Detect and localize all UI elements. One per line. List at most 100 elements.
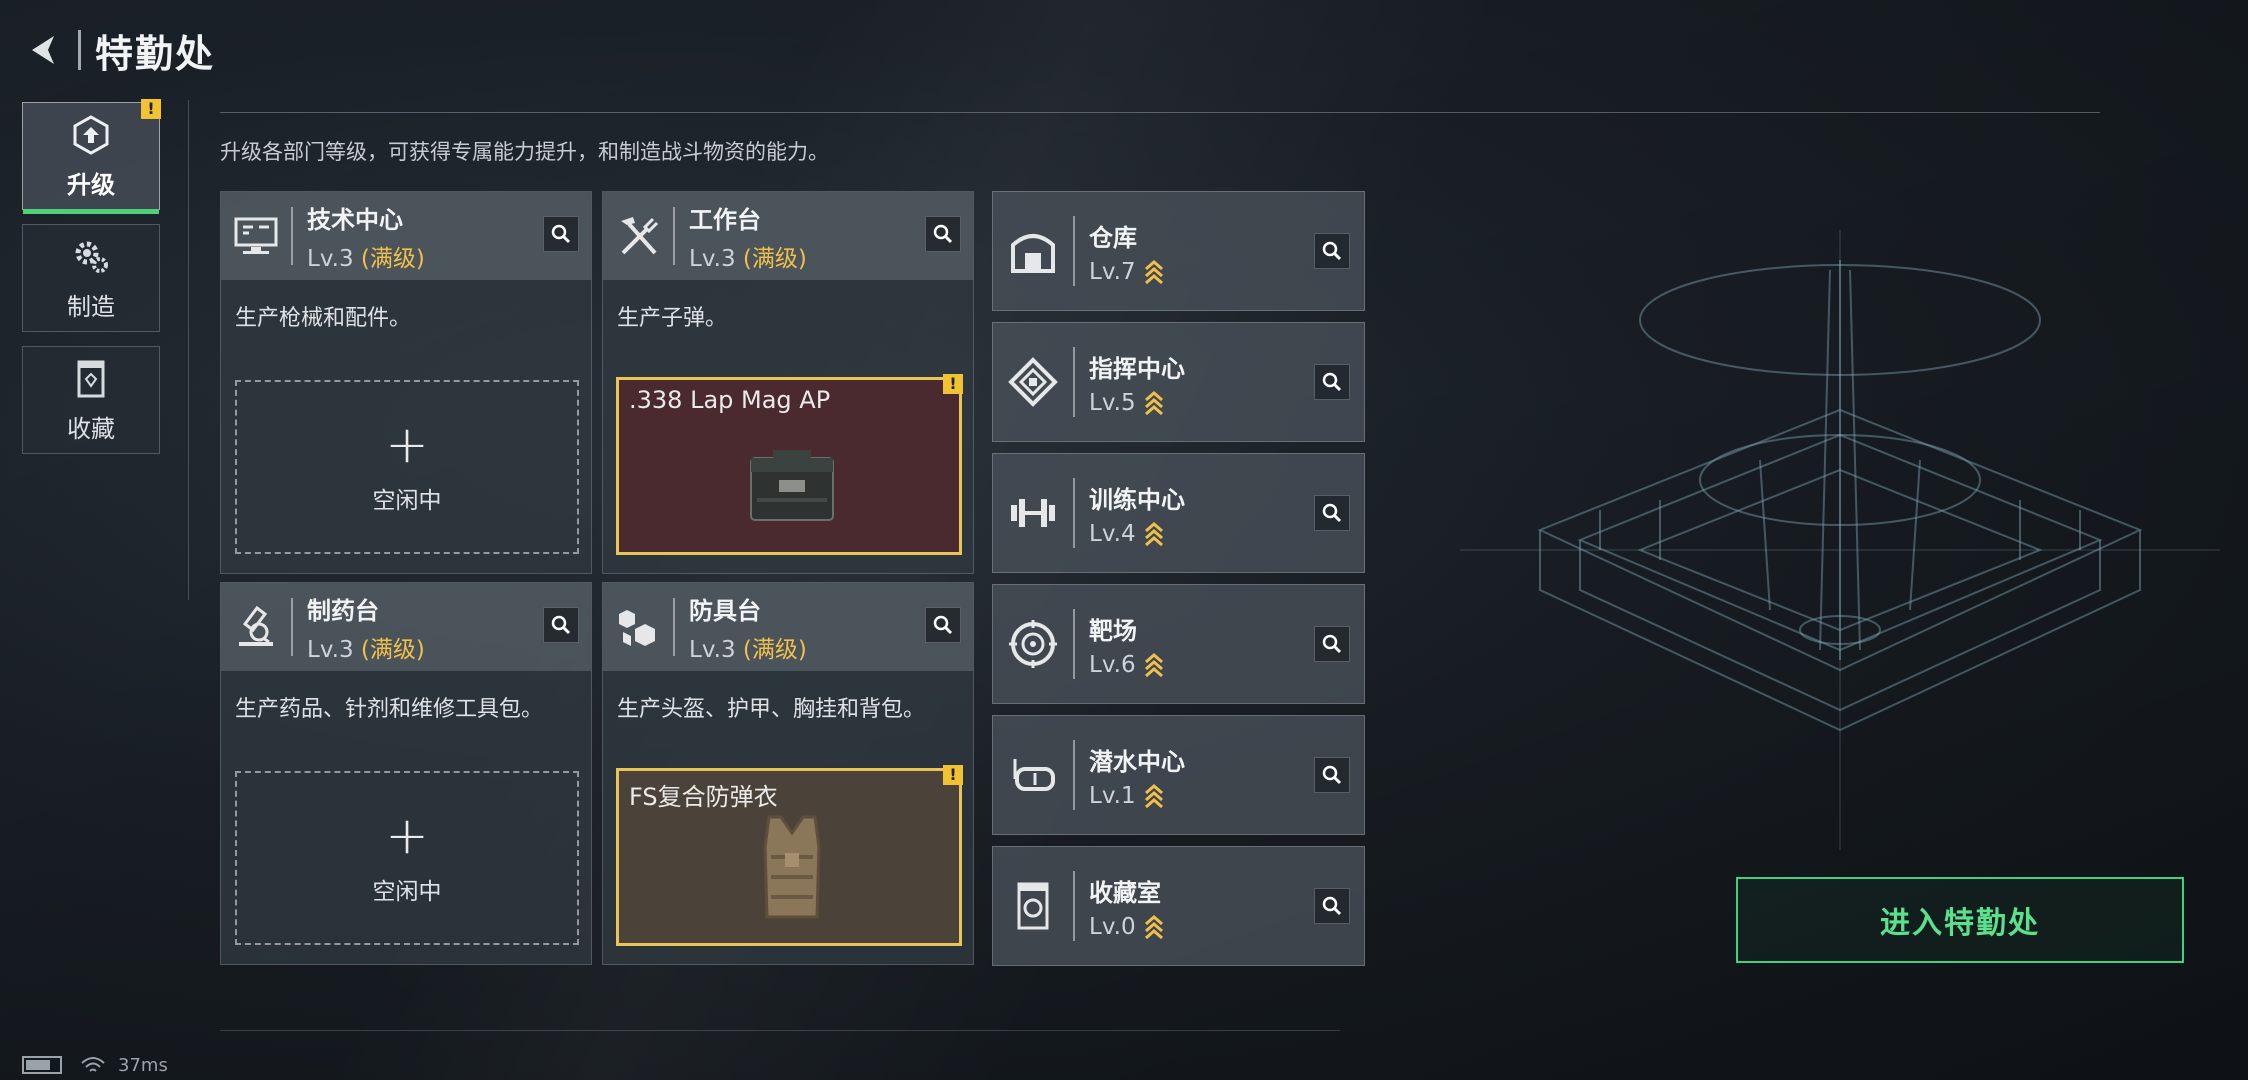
- facility-level: Lv.5: [1089, 390, 1185, 416]
- dumbbell-icon: [993, 453, 1073, 573]
- back-button[interactable]: [22, 28, 66, 72]
- enter-special-ops-button[interactable]: 进入特勤处: [1736, 877, 2184, 963]
- facility-name: 靶场: [1089, 616, 1137, 645]
- gears-icon: [75, 241, 108, 273]
- search-button[interactable]: [543, 607, 579, 643]
- card-header: 技术中心 Lv.3 (满级): [221, 192, 591, 280]
- upgrade-chevron-icon: [1144, 521, 1163, 546]
- search-button[interactable]: [925, 607, 961, 643]
- card-header: 防具台 Lv.3 (满级): [603, 583, 973, 671]
- dept-name: 制药台: [307, 596, 379, 625]
- plus-icon: +: [385, 806, 429, 866]
- divider: [1073, 740, 1075, 810]
- nav-label: 收藏: [67, 414, 115, 443]
- dept-card-pharmacy: 制药台 Lv.3 (满级) 生产药品、针剂和维修工具包。 + 空闲中: [220, 582, 592, 965]
- dept-name: 工作台: [689, 205, 761, 234]
- wifi-icon: [81, 1057, 105, 1072]
- search-icon: [551, 224, 571, 244]
- target-icon: [993, 584, 1073, 704]
- production-slot-ammo[interactable]: ! .338 Lap Mag AP: [616, 374, 963, 555]
- facility-level: Lv.4: [1089, 521, 1185, 547]
- facility-training-center[interactable]: 训练中心 Lv.4: [992, 453, 1365, 573]
- search-button[interactable]: [1314, 364, 1350, 400]
- search-button[interactable]: [1314, 888, 1350, 924]
- upgrade-chevron-icon: [1144, 390, 1163, 415]
- idle-production-slot[interactable]: + 空闲中: [235, 771, 579, 945]
- search-button[interactable]: [1314, 233, 1350, 269]
- level-value: Lv.7: [1089, 258, 1136, 285]
- body-armor-icon: [763, 815, 821, 919]
- divider: [291, 598, 293, 656]
- search-icon: [1322, 765, 1342, 785]
- side-nav: ! 升级 制造 收藏: [22, 99, 161, 468]
- facility-diving-center[interactable]: 潜水中心 Lv.1: [992, 715, 1365, 835]
- facility-command-center[interactable]: 指挥中心 Lv.5: [992, 322, 1365, 442]
- upgrade-chevron-icon: [1144, 652, 1163, 677]
- facility-shooting-range[interactable]: 靶场 Lv.6: [992, 584, 1365, 704]
- max-level-tag: (满级): [360, 636, 425, 663]
- max-level-tag: (满级): [742, 636, 807, 663]
- dept-card-armor-bench: 防具台 Lv.3 (满级) 生产头盔、护甲、胸挂和背包。 ! FS复合防弹衣: [602, 582, 974, 965]
- battery-icon: [22, 1056, 62, 1074]
- divider: [1073, 478, 1075, 548]
- search-button[interactable]: [925, 216, 961, 252]
- upgrade-chevron-icon: [1144, 914, 1163, 939]
- upgrade-chevron-icon: [1144, 783, 1163, 808]
- divider: [673, 207, 675, 265]
- divider: [1073, 216, 1075, 286]
- nav-label: 升级: [67, 170, 115, 199]
- dept-level: Lv.3 (满级): [689, 630, 807, 664]
- warning-badge: !: [141, 99, 161, 119]
- idle-production-slot[interactable]: + 空闲中: [235, 380, 579, 554]
- facility-name: 仓库: [1089, 223, 1137, 252]
- ammo-box-icon: [750, 450, 834, 521]
- facility-level: Lv.1: [1089, 783, 1185, 809]
- facility-warehouse[interactable]: 仓库 Lv.7: [992, 191, 1365, 311]
- card-header: 工作台 Lv.3 (满级): [603, 192, 973, 280]
- level-value: Lv.1: [1089, 782, 1136, 809]
- upgrade-chevron-icon: [1144, 259, 1163, 284]
- facility-level: Lv.7: [1089, 259, 1164, 285]
- idle-label: 空闲中: [372, 879, 442, 905]
- facility-name: 训练中心: [1089, 485, 1185, 514]
- search-button[interactable]: [1314, 626, 1350, 662]
- product-name: .338 Lap Mag AP: [629, 386, 831, 414]
- search-icon: [1322, 241, 1342, 261]
- dept-description: 生产头盔、护甲、胸挂和背包。: [617, 697, 926, 722]
- tools-icon: [603, 192, 673, 280]
- back-arrow-icon: [32, 36, 54, 64]
- microscope-icon: [221, 583, 291, 671]
- search-button[interactable]: [1314, 495, 1350, 531]
- production-slot-armor[interactable]: ! FS复合防弹衣: [616, 765, 963, 946]
- upgrade-icon: [73, 114, 109, 155]
- search-button[interactable]: [1314, 757, 1350, 793]
- facility-name: 指挥中心: [1089, 354, 1185, 383]
- divider: [1073, 871, 1075, 941]
- idle-label: 空闲中: [372, 488, 442, 514]
- enter-button-label: 进入特勤处: [1880, 906, 2040, 941]
- level-value: Lv.3: [689, 245, 736, 272]
- facility-name: 收藏室: [1089, 878, 1161, 907]
- page-header: 特勤处: [22, 22, 215, 78]
- search-icon: [1322, 372, 1342, 392]
- collection-icon: [993, 846, 1073, 966]
- facility-collection-room[interactable]: 收藏室 Lv.0: [992, 846, 1365, 966]
- facility-level: Lv.6: [1089, 652, 1164, 678]
- facility-level: Lv.0: [1089, 914, 1164, 940]
- warning-badge: !: [943, 374, 963, 394]
- dept-name: 防具台: [689, 596, 761, 625]
- monitor-icon: [221, 192, 291, 280]
- nav-tab-craft[interactable]: 制造: [22, 224, 160, 332]
- search-icon: [1322, 896, 1342, 916]
- nav-tab-upgrade[interactable]: ! 升级: [22, 99, 161, 214]
- search-button[interactable]: [543, 216, 579, 252]
- facility-name: 潜水中心: [1089, 747, 1185, 776]
- dept-card-tech-center: 技术中心 Lv.3 (满级) 生产枪械和配件。 + 空闲中: [220, 191, 592, 574]
- warehouse-icon: [993, 191, 1073, 311]
- max-level-tag: (满级): [360, 245, 425, 272]
- nav-tab-collection[interactable]: 收藏: [22, 346, 160, 454]
- bottom-divider-line: [220, 1030, 1340, 1031]
- search-icon: [1322, 634, 1342, 654]
- dept-level: Lv.3 (满级): [307, 239, 425, 273]
- command-center-icon: [993, 322, 1073, 442]
